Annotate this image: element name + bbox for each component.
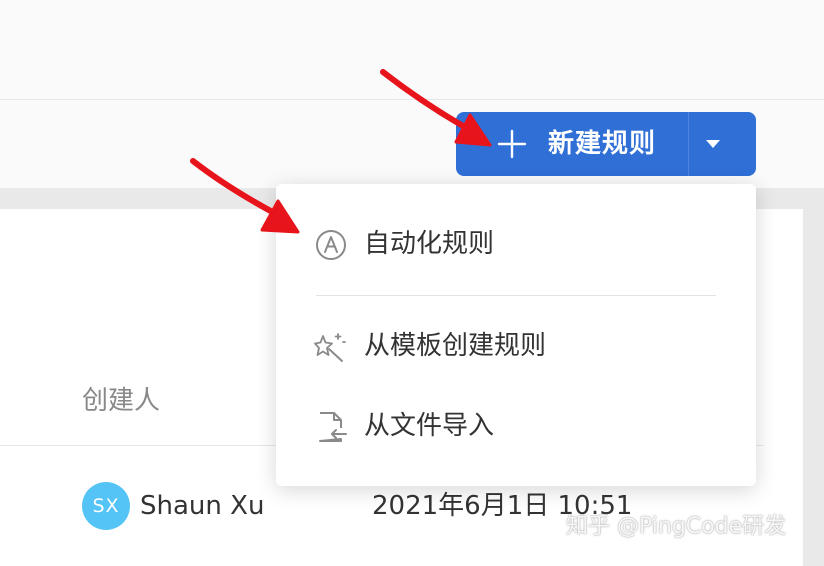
column-header-creator: 创建人 [82, 386, 161, 416]
menu-item-automation-rule[interactable]: 自动化规则 [276, 214, 756, 274]
menu-item-label: 从文件导入 [364, 411, 495, 441]
file-import-icon [319, 412, 347, 442]
button-split-divider [688, 112, 689, 176]
new-rule-label: 新建规则 [548, 129, 657, 159]
menu-item-import-from-file[interactable]: 从文件导入 [276, 396, 756, 456]
avatar: SX [82, 482, 130, 530]
magic-wand-sparkle-icon [314, 333, 346, 362]
watermark: 知乎 @PingCode研发 [566, 514, 787, 539]
new-rule-button[interactable]: 新建规则 [456, 112, 756, 176]
menu-item-label: 自动化规则 [364, 229, 495, 259]
menu-item-label: 从模板创建规则 [364, 331, 547, 361]
top-bar [0, 0, 824, 100]
new-rule-dropdown-menu: 自动化规则 从模板创建规则 从文件导入 [276, 184, 756, 486]
automation-a-circle-icon [316, 230, 346, 260]
rule-management-page: 创建人 SX Shaun Xu 2021年6月1日 10:51 知乎 @Ping… [0, 0, 824, 566]
menu-divider [316, 295, 716, 296]
creator-name: Shaun Xu [140, 491, 265, 521]
caret-down-icon[interactable] [704, 138, 722, 150]
menu-item-create-from-template[interactable]: 从模板创建规则 [276, 316, 756, 376]
plus-icon [497, 129, 527, 159]
